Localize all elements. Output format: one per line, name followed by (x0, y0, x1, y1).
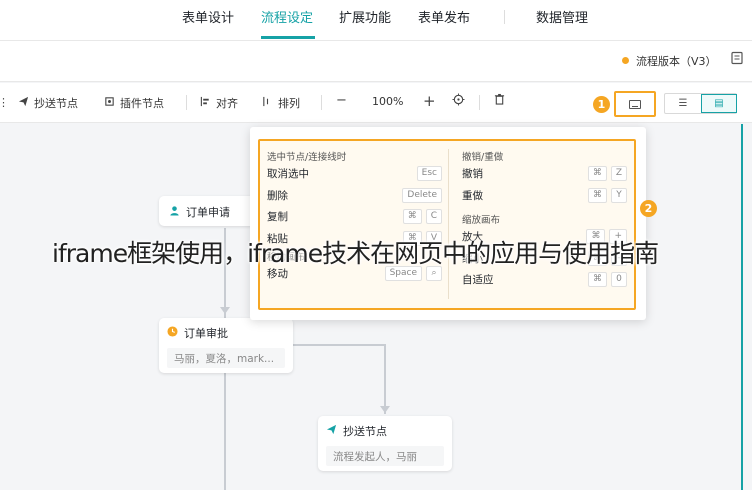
tab-form-design[interactable]: 表单设计 (182, 7, 234, 26)
key-cap: ⌘ (588, 272, 607, 287)
key-cap: ⌘ (587, 166, 607, 181)
shortcut-row: 重做 ⌘ Y (462, 185, 627, 207)
connector-line (384, 344, 386, 414)
callout-badge-1: 1 (593, 96, 610, 113)
shortcut-row: 删除 Delete (267, 185, 442, 207)
zoom-level: 100% (372, 95, 404, 108)
connector-line (293, 344, 385, 346)
active-tab-indicator (261, 36, 315, 39)
section-title: 缩放画布 (462, 215, 501, 226)
list-view-icon[interactable]: ☰ (665, 94, 701, 113)
watermark-caption: iframe框架使用，iframe技术在网页中的应用与使用指南 (52, 239, 659, 268)
node-assignees: 流程发起人，马丽 (326, 446, 444, 466)
node-title: 抄送节点 (343, 425, 387, 438)
arrow-down-icon (380, 406, 390, 413)
shortcut-panel: 选中节点/连接线时 取消选中 Esc 删除 Delete 复制 ⌘ C 粘贴 ⌘ V 移动画布 移… (250, 127, 646, 320)
arrange-label: 排列 (278, 97, 300, 110)
key-cap: ⌘ (588, 187, 607, 203)
toolbar-divider (479, 95, 480, 110)
toolbar-divider (186, 95, 187, 110)
shortcut-label: 取消选中 (267, 168, 309, 181)
book-icon[interactable] (729, 51, 745, 67)
shortcut-label: 撤销 (462, 168, 483, 181)
shortcut-row: 自适应 ⌘ 0 (462, 269, 627, 291)
send-icon (326, 424, 337, 438)
shortcut-row: 取消选中 Esc (267, 163, 442, 185)
shortcut-keys: Delete (402, 187, 442, 203)
shortcut-keys: ⌘ C (402, 209, 442, 224)
flow-node-order-approval[interactable]: 订单审批 马丽，夏洛，mark... (159, 318, 293, 373)
plugin-node-button[interactable]: 插件节点 (104, 95, 164, 111)
version-status-dot (622, 57, 629, 64)
keyboard-icon (629, 99, 641, 109)
flow-node-cc[interactable]: 抄送节点 流程发起人，马丽 (318, 416, 452, 471)
keyboard-shortcuts-button[interactable] (614, 91, 656, 117)
tab-data-management[interactable]: 数据管理 (536, 7, 588, 26)
arrow-down-icon (220, 307, 230, 314)
trash-icon[interactable] (494, 93, 505, 109)
key-cap: Delete (402, 187, 442, 203)
shortcut-label: 删除 (267, 189, 288, 202)
key-cap: Z (610, 166, 627, 181)
section-title: 选中节点/连接线时 (267, 152, 347, 163)
arrange-button[interactable]: 排列 (262, 95, 300, 111)
node-title: 订单申请 (186, 206, 230, 219)
node-title: 订单审批 (184, 327, 228, 340)
process-version-label[interactable]: 流程版本（V3） (636, 53, 717, 69)
key-cap: ⌘ (402, 209, 422, 224)
align-button[interactable]: 对齐 (200, 95, 238, 111)
shortcut-row: 复制 ⌘ C (267, 206, 442, 228)
shortcut-panel-highlight: 选中节点/连接线时 取消选中 Esc 删除 Delete 复制 ⌘ C 粘贴 ⌘ V 移动画布 移… (258, 139, 636, 310)
tab-process-settings[interactable]: 流程设定 (261, 7, 313, 26)
top-nav: 表单设计 流程设定 扩展功能 表单发布 数据管理 (0, 0, 752, 41)
shortcut-row: 撤销 ⌘ Z (462, 163, 627, 185)
arrange-icon (262, 96, 273, 110)
card-view-icon[interactable]: ▤ (701, 94, 737, 113)
cc-node-label: 抄送节点 (34, 97, 78, 110)
node-assignees: 马丽，夏洛，mark... (167, 348, 285, 368)
shortcut-keys: ⌘ 0 (588, 272, 627, 287)
shortcut-label: 重做 (462, 189, 483, 202)
section-title: 撤销/重做 (462, 152, 504, 163)
toolbar-divider (321, 95, 322, 110)
clock-icon (167, 326, 178, 340)
scrollbar-edge[interactable] (741, 124, 743, 490)
user-icon (169, 205, 180, 219)
grid-icon[interactable]: ⋮ (0, 96, 9, 109)
locate-icon[interactable] (452, 93, 465, 110)
column-divider (448, 149, 449, 299)
header-bar: 流程版本（V3） (0, 41, 752, 82)
shortcut-label: 自适应 (462, 274, 494, 287)
canvas-toolbar: ⋮ 抄送节点 插件节点 对齐 排列 − 100% + 1 ☰ ▤ (0, 83, 752, 123)
key-cap: Esc (416, 166, 442, 181)
nav-divider (504, 10, 505, 24)
shortcut-keys: ⌘ Y (588, 187, 627, 203)
plugin-node-label: 插件节点 (120, 97, 164, 110)
plugin-icon (104, 96, 115, 110)
key-cap: C (425, 209, 442, 224)
key-cap: 0 (611, 272, 627, 287)
align-icon (200, 96, 211, 110)
zoom-in-icon[interactable]: + (423, 92, 436, 110)
zoom-out-icon[interactable]: − (336, 93, 347, 108)
shortcut-keys: ⌘ Z (587, 166, 627, 181)
align-label: 对齐 (216, 97, 238, 110)
cc-node-button[interactable]: 抄送节点 (18, 95, 78, 111)
callout-badge-2: 2 (640, 200, 657, 217)
connector-line (224, 373, 226, 490)
shortcut-label: 复制 (267, 211, 288, 224)
shortcut-keys: Esc (416, 166, 442, 181)
view-toggle: ☰ ▤ (664, 93, 737, 114)
tab-extensions[interactable]: 扩展功能 (339, 7, 391, 26)
send-icon (18, 96, 29, 110)
key-cap: Y (611, 187, 627, 203)
tab-form-publish[interactable]: 表单发布 (418, 7, 470, 26)
